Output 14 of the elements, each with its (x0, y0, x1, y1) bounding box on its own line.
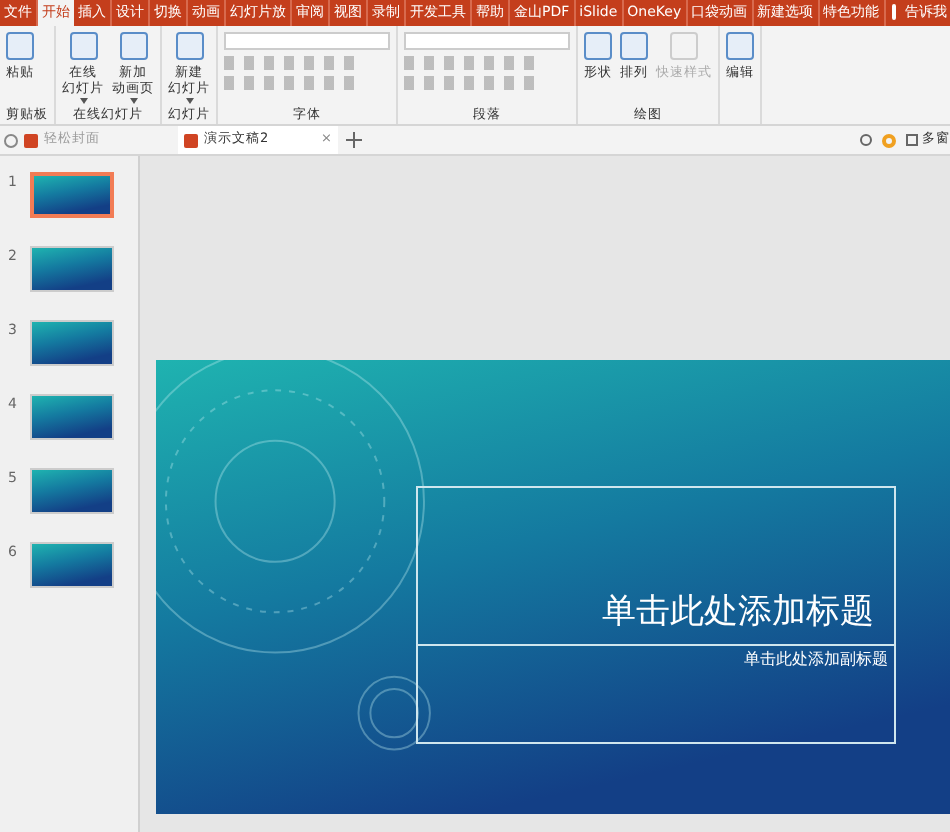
slide-thumbnail[interactable] (30, 246, 114, 292)
subtitle-text: 单击此处添加副标题 (744, 648, 888, 672)
search-icon (860, 134, 872, 146)
title-text: 单击此处添加标题 (602, 589, 874, 635)
subtitle-placeholder[interactable]: 单击此处添加副标题 (416, 646, 896, 744)
slide-thumbnail[interactable] (30, 468, 114, 514)
title-placeholder[interactable]: 单击此处添加标题 (416, 486, 896, 646)
plus-icon[interactable] (346, 132, 362, 148)
slide-thumbnail[interactable] (30, 394, 114, 440)
slide-thumbnail[interactable] (30, 172, 114, 218)
window-icon (906, 134, 918, 146)
slide-thumbnail[interactable] (30, 542, 114, 588)
slide-thumbnail[interactable] (30, 320, 114, 366)
gear-icon (882, 133, 896, 147)
